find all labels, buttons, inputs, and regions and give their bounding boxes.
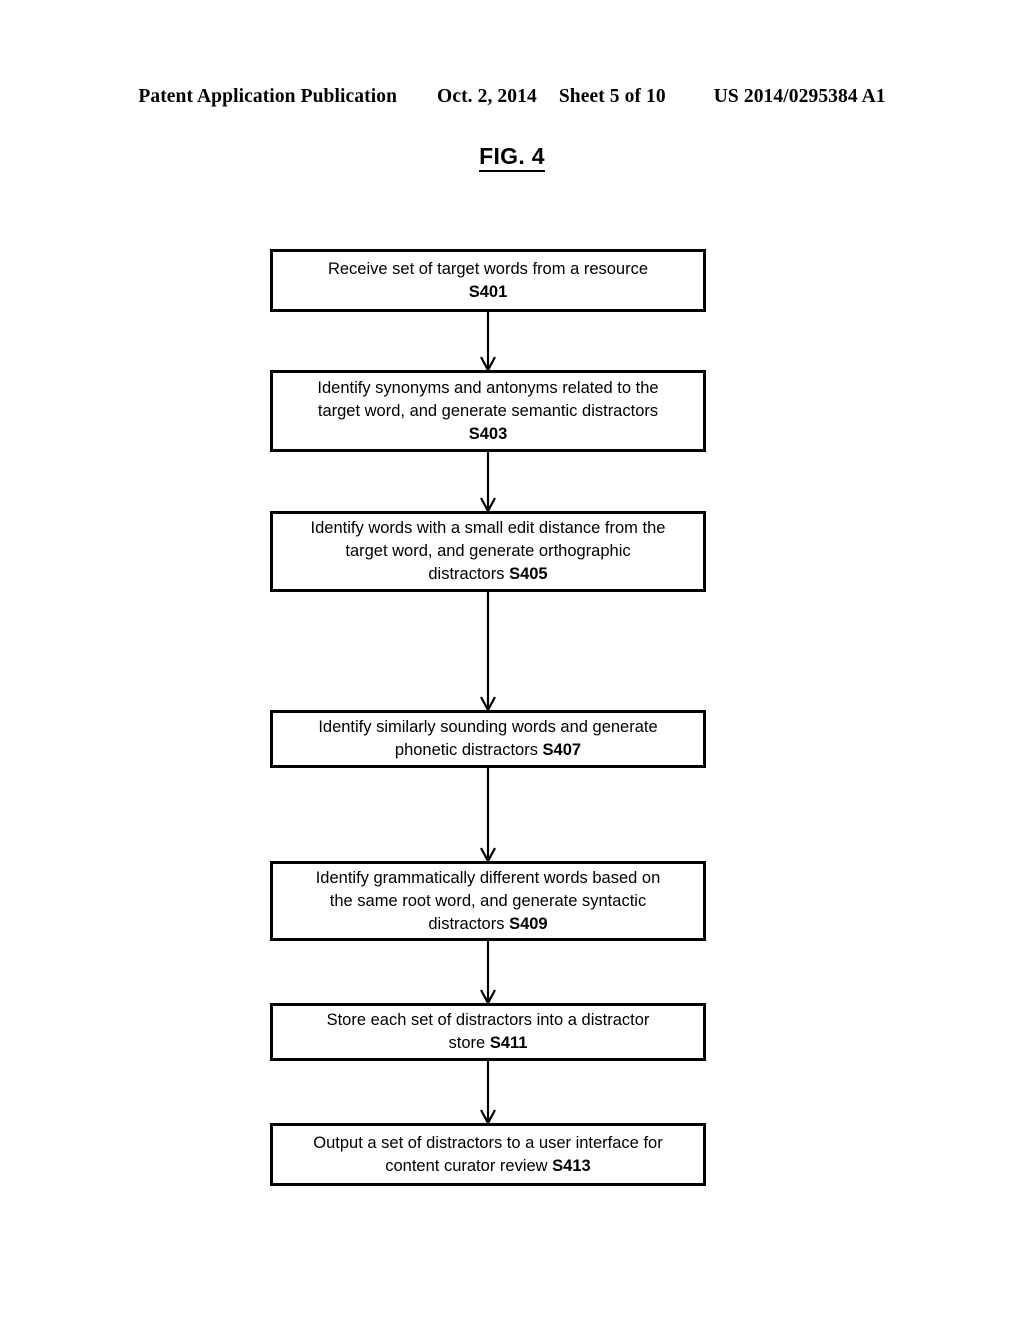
flow-node-s401-label: Receive set of target words from a resou…	[327, 259, 649, 301]
flow-node-s407: Identify similarly sounding words and ge…	[270, 710, 706, 768]
flow-node-s413: Output a set of distractors to a user in…	[270, 1123, 706, 1186]
flow-node-s403-label: Identify synonyms and antonyms related t…	[317, 378, 659, 443]
flowchart-diagram: Receive set of target words from a resou…	[0, 0, 1024, 1320]
flow-node-s409-label: Identify grammatically different words b…	[315, 868, 661, 933]
flow-node-s405: Identify words with a small edit distanc…	[270, 511, 706, 592]
flow-node-s413-label: Output a set of distractors to a user in…	[313, 1133, 663, 1175]
flow-node-s407-label: Identify similarly sounding words and ge…	[318, 718, 658, 759]
flow-node-s411: Store each set of distractors into a dis…	[270, 1003, 706, 1061]
flow-node-s401: Receive set of target words from a resou…	[270, 249, 706, 312]
flow-node-s411-label: Store each set of distractors into a dis…	[326, 1011, 650, 1052]
flow-node-s409: Identify grammatically different words b…	[270, 861, 706, 941]
flow-node-s405-label: Identify words with a small edit distanc…	[310, 519, 666, 583]
flow-node-s403: Identify synonyms and antonyms related t…	[270, 370, 706, 452]
flowchart-connectors	[480, 312, 496, 1126]
